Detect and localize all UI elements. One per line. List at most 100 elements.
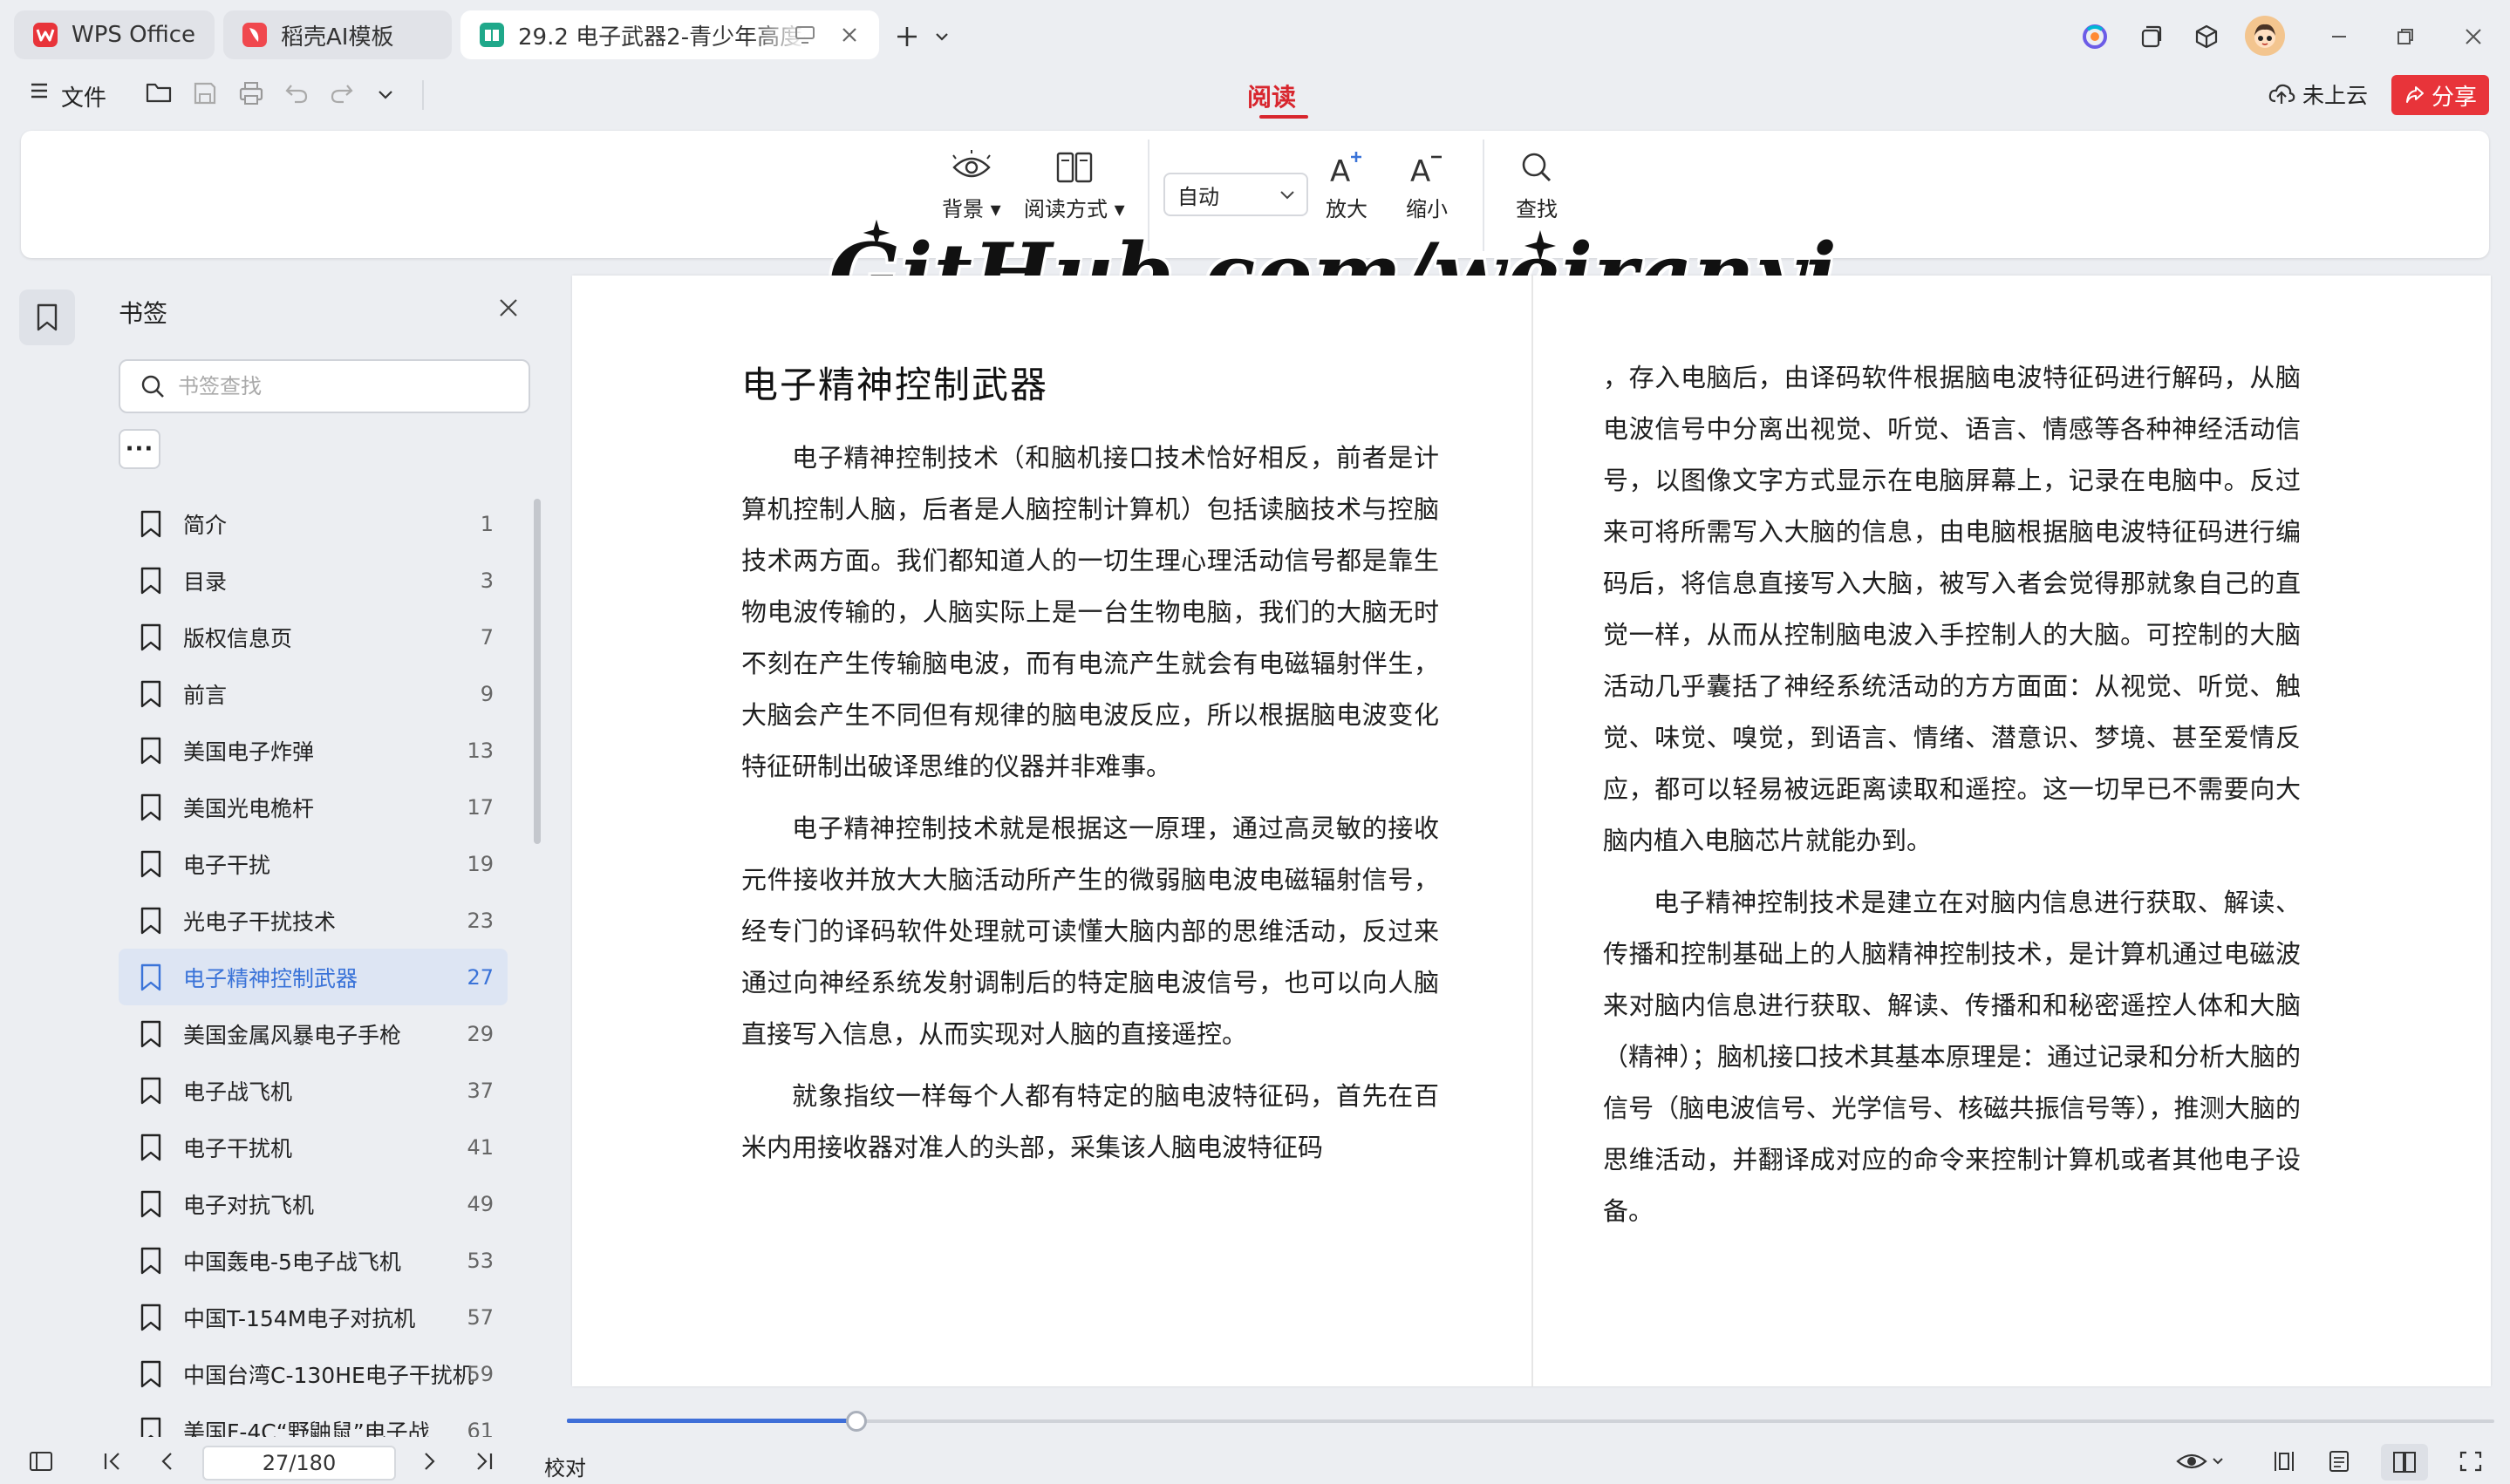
bookmark-item[interactable]: 版权信息页 7 (119, 609, 508, 665)
fullscreen-icon[interactable] (2458, 1449, 2484, 1474)
scroll-view-icon[interactable] (2271, 1449, 2297, 1474)
sidebar-toggle-icon[interactable] (28, 1449, 54, 1474)
bookmark-page-number: 41 (467, 1134, 494, 1160)
paragraph: ，存入电脑后，由译码软件根据脑电波特征码进行解码，从脑电波信号中分离出视觉、听觉… (1603, 363, 2301, 855)
page-number-input[interactable] (202, 1446, 396, 1481)
bookmark-search-input[interactable] (178, 374, 492, 398)
share-button[interactable]: 分享 (2391, 75, 2489, 115)
close-panel-icon[interactable] (497, 296, 520, 319)
proofread-button[interactable]: 校对 (544, 1451, 586, 1481)
bookmark-label: 美国金属风暴电子手枪 (183, 1022, 402, 1048)
bookmark-label: 目录 (183, 568, 228, 595)
tab-label: WPS Office (72, 22, 196, 48)
cube-icon[interactable] (2191, 21, 2222, 52)
bookmark-item[interactable]: 电子战飞机 37 (119, 1062, 508, 1119)
reading-mode-label: 阅读方式 (1024, 197, 1108, 221)
toolbar-divider (422, 80, 424, 110)
background-button[interactable]: 背景 ▾ (942, 150, 1001, 222)
reading-mode-button[interactable]: 阅读方式 ▾ (1024, 150, 1125, 222)
bookmark-label: 电子干扰机 (183, 1135, 293, 1161)
menu-hamburger-icon[interactable] (30, 82, 49, 99)
minimize-icon[interactable] (2323, 21, 2355, 52)
bookmark-item[interactable]: 中国轰电-5电子战飞机 53 (119, 1232, 508, 1289)
find-button[interactable]: 查找 (1516, 150, 1558, 222)
redo-icon[interactable] (330, 82, 354, 105)
bookmark-item[interactable]: 美国电子炸弹 13 (119, 722, 508, 779)
bookmark-page-number: 23 (467, 908, 494, 933)
last-page-icon[interactable] (473, 1449, 495, 1474)
bookmark-icon (138, 679, 164, 709)
bookmark-icon (138, 1189, 164, 1219)
tab-reading[interactable]: 阅读 (1247, 78, 1296, 113)
left-page-text: 电子精神控制技术（和脑机接口技术恰好相反，前者是计算机控制人脑，后者是人脑控制计… (741, 432, 1439, 1184)
bookmark-label: 电子精神控制武器 (183, 965, 358, 991)
bookmark-page-number: 7 (480, 624, 494, 650)
bookmark-item[interactable]: 中国台湾C-130HE电子干扰机 59 (119, 1345, 508, 1402)
screen-mode-icon[interactable] (794, 24, 816, 46)
bookmark-label: 简介 (183, 512, 228, 538)
single-page-icon[interactable] (2327, 1449, 2351, 1474)
zoom-out-label: 缩小 (1406, 197, 1448, 221)
more-options-button[interactable]: ··· (119, 429, 160, 469)
bookmark-item[interactable]: 美国金属风暴电子手枪 29 (119, 1005, 508, 1062)
bookmark-search-field[interactable] (119, 359, 530, 413)
reading-progress-handle[interactable] (846, 1411, 867, 1432)
bookmark-item[interactable]: 光电子干扰技术 23 (119, 892, 508, 949)
tab-wps-office[interactable]: WPS Office (14, 10, 215, 59)
file-menu[interactable]: 文件 (61, 80, 106, 112)
first-page-icon[interactable] (101, 1449, 124, 1474)
bookmark-page-number: 49 (467, 1191, 494, 1216)
close-window-icon[interactable] (2458, 21, 2489, 52)
bookmark-item[interactable]: 电子精神控制武器 27 (119, 949, 508, 1005)
tab-docer-ai-template[interactable]: 稻壳AI模板 (223, 10, 452, 59)
dual-page-view-button[interactable] (2381, 1444, 2428, 1481)
bookmark-label: 光电子干扰技术 (183, 909, 337, 935)
bookmark-item[interactable]: 电子对抗飞机 49 (119, 1175, 508, 1232)
bookmark-item[interactable]: 美国光电桅杆 17 (119, 779, 508, 835)
restore-icon[interactable] (2390, 21, 2421, 52)
active-tab-indicator (1259, 115, 1308, 119)
close-tab-icon[interactable] (837, 23, 862, 47)
quick-access-chevron-icon[interactable] (377, 89, 394, 101)
save-icon[interactable] (192, 80, 218, 106)
bookmark-item[interactable]: 前言 9 (119, 665, 508, 722)
bookmark-item[interactable]: 中国T-154M电子对抗机 57 (119, 1289, 508, 1345)
next-page-icon[interactable] (419, 1449, 440, 1474)
undo-icon[interactable] (284, 82, 309, 105)
print-icon[interactable] (237, 80, 265, 106)
svg-text:A: A (1410, 154, 1430, 185)
bookmark-label: 美国电子炸弹 (183, 739, 315, 765)
previous-page-icon[interactable] (157, 1449, 178, 1474)
multi-window-icon[interactable] (2135, 21, 2166, 52)
bookmark-item[interactable]: 电子干扰机 41 (119, 1119, 508, 1175)
zoom-out-button[interactable]: A 缩小 (1406, 150, 1448, 222)
sparkle-icon (862, 218, 891, 248)
zoom-mode-select[interactable]: 自动 (1163, 173, 1308, 216)
bookmark-panel-toggle[interactable] (19, 289, 75, 345)
bookmark-icon (138, 963, 164, 992)
bookmark-scrollbar[interactable] (534, 499, 541, 844)
bookmark-label: 电子对抗飞机 (183, 1192, 315, 1218)
bookmark-icon (138, 1303, 164, 1332)
new-tab-plus-icon[interactable] (890, 19, 924, 54)
tab-current-document[interactable]: 29.2 电子武器2-青少年高度关注的高新技术武器 (460, 10, 879, 59)
bookmark-page-number: 53 (467, 1248, 494, 1273)
paragraph: 电子精神控制技术就是根据这一原理，通过高灵敏的接收元件接收并放大大脑活动所产生的… (741, 813, 1439, 1049)
bookmark-item[interactable]: 电子干扰 19 (119, 835, 508, 892)
bookmark-icon (138, 623, 164, 652)
bookmark-item[interactable]: 美国F-4C“野鼬鼠”电子战 61 (119, 1402, 508, 1437)
avatar[interactable] (2245, 16, 2285, 56)
bookmark-item[interactable]: 目录 3 (119, 552, 508, 609)
bookmark-icon (138, 566, 164, 596)
eye-protection-icon[interactable] (2175, 1449, 2226, 1474)
bookmark-item[interactable]: 简介 1 (119, 495, 508, 552)
paragraph: 电子精神控制技术是建立在对脑内信息进行获取、解读、传播和控制基础上的人脑精神控制… (1603, 888, 2301, 1226)
open-folder-icon[interactable] (145, 80, 173, 105)
bookmark-icon (138, 849, 164, 879)
zoom-in-button[interactable]: A 放大 (1326, 150, 1368, 222)
bookmark-icon (138, 1416, 164, 1437)
cloud-status-button[interactable]: 未上云 (2268, 78, 2368, 110)
copilot-icon[interactable] (2079, 21, 2111, 52)
paragraph: 电子精神控制技术（和脑机接口技术恰好相反，前者是计算机控制人脑，后者是人脑控制计… (741, 443, 1439, 781)
tab-list-chevron-icon[interactable] (930, 24, 954, 49)
